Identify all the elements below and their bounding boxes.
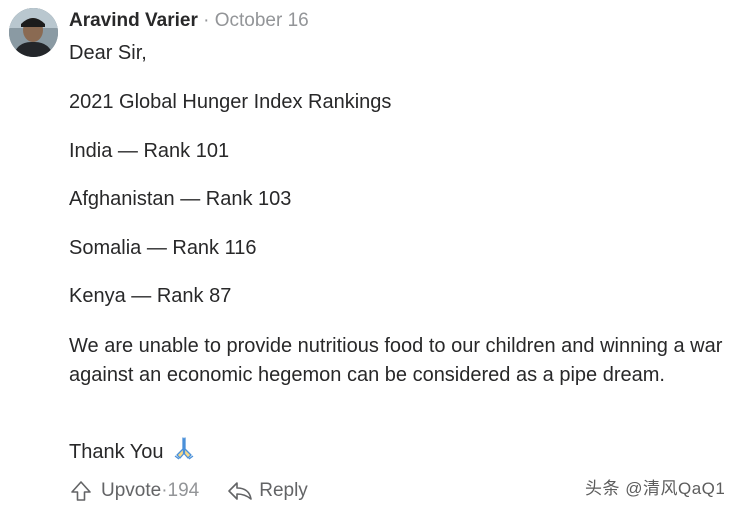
- greeting-text: Dear Sir,: [69, 42, 147, 64]
- ranking-kenya: Kenya — Rank 87: [69, 285, 232, 307]
- author-name[interactable]: Aravind Varier: [69, 10, 198, 31]
- post-date[interactable]: October 16: [215, 10, 309, 31]
- rankings-heading: 2021 Global Hunger Index Rankings: [69, 91, 392, 113]
- ranking-afghanistan: Afghanistan — Rank 103: [69, 188, 292, 210]
- closing-line: Thank You: [69, 436, 196, 468]
- header-separator: ·: [197, 10, 215, 31]
- folded-hands-icon: [172, 436, 196, 468]
- upvote-label: Upvote: [101, 480, 162, 501]
- closing-text: Thank You: [69, 441, 164, 463]
- avatar[interactable]: [9, 8, 58, 57]
- upvote-button[interactable]: Upvote · 194: [69, 479, 199, 503]
- ranking-somalia: Somalia — Rank 116: [69, 237, 257, 259]
- upvote-count: 194: [167, 480, 200, 501]
- action-bar: Upvote · 194 Reply: [69, 478, 308, 504]
- upvote-arrow-icon: [69, 479, 93, 503]
- reply-arrow-icon: [227, 479, 253, 503]
- reply-button[interactable]: Reply: [227, 479, 308, 503]
- watermark-text: 头条 @清风QaQ1: [585, 479, 726, 498]
- reply-label: Reply: [259, 480, 308, 501]
- avatar-photo: [9, 8, 58, 57]
- post-header: Aravind Varier · October 16: [69, 9, 309, 33]
- ranking-india: India — Rank 101: [69, 140, 230, 162]
- body-paragraph: We are unable to provide nutritious food…: [69, 335, 723, 386]
